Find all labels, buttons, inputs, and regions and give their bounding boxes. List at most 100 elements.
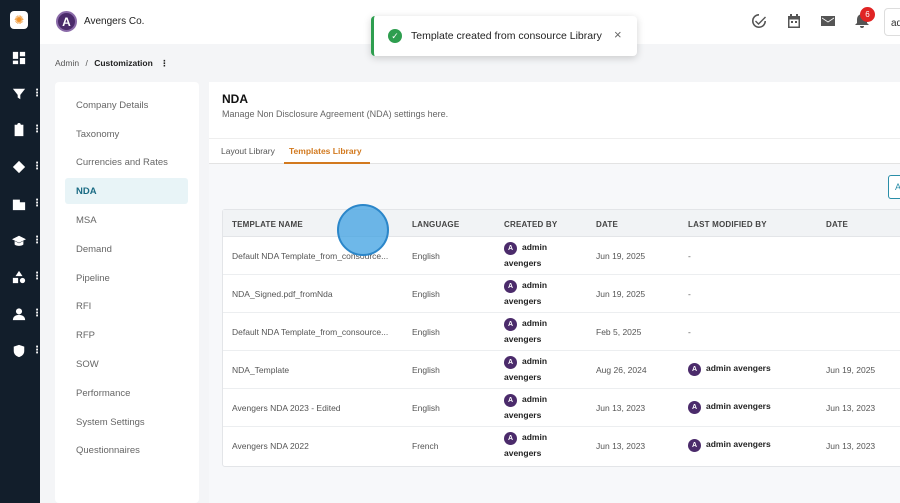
creator-avatar: A [504,432,517,445]
col-modified-date[interactable]: DATE [826,220,848,229]
mail-icon[interactable] [820,13,836,29]
creator-last: avengers [504,372,542,382]
modifier-avatar: A [688,401,701,414]
modified-date: Jun 13, 2023 [826,441,876,451]
page-subtitle: Manage Non Disclosure Agreement (NDA) se… [222,109,449,119]
breadcrumb: Admin / Customization ⋮ [55,58,169,69]
creator-first: admin [522,318,548,328]
clipboard-icon[interactable]: ⋮ [12,123,42,137]
creator-avatar: A [504,242,517,255]
template-language: English [412,365,440,375]
success-check-icon: ✓ [388,29,402,43]
shapes-icon[interactable]: ⋮ [12,270,42,284]
creator-first: admin [522,432,548,442]
breadcrumb-admin[interactable]: Admin [55,58,79,68]
table-row[interactable]: Avengers NDA 2023 - Edited English A adm… [223,389,900,427]
breadcrumb-current: Customization [94,58,153,68]
tag-icon[interactable]: ⋮ [12,160,42,174]
created-date: Jun 13, 2023 [596,441,646,451]
template-language: English [412,251,440,261]
menu-item-system-settings[interactable]: System Settings [65,409,188,435]
template-language: English [412,289,440,299]
col-last-modified-by[interactable]: LAST MODIFIED BY [688,220,767,229]
table-header: TEMPLATE NAME LANGUAGE CREATED BY DATE L… [223,210,900,237]
col-language[interactable]: LANGUAGE [412,220,459,229]
table-row[interactable]: NDA_Template English A admin avengers Au… [223,351,900,389]
table-row[interactable]: Default NDA Template_from_consource... E… [223,313,900,351]
col-template-name[interactable]: TEMPLATE NAME [232,220,303,229]
company-name: Avengers Co. [84,16,145,27]
creator-last: avengers [504,334,542,344]
table-row[interactable]: Avengers NDA 2022 French A admin avenger… [223,427,900,465]
left-rail: ✺ ⋮ ⋮ ⋮ ⋮ ⋮ ⋮ ⋮ ⋮ [0,0,42,503]
menu-item-demand[interactable]: Demand [65,236,188,262]
modified-by: - [688,289,691,299]
menu-item-pipeline[interactable]: Pipeline [65,265,188,291]
created-date: Jun 19, 2025 [596,289,646,299]
company-avatar[interactable]: A [56,11,77,32]
col-created-by[interactable]: CREATED BY [504,220,557,229]
tab-templates-library[interactable]: Templates Library [289,146,362,156]
graduation-cap-icon[interactable]: ⋮ [12,234,42,248]
modifier-avatar: A [688,363,701,376]
menu-item-rfp[interactable]: RFP [65,322,188,348]
creator-last: avengers [504,296,542,306]
table-row[interactable]: NDA_Signed.pdf_fromNda English A admin a… [223,275,900,313]
creator-avatar: A [504,280,517,293]
check-circle-icon[interactable] [751,13,767,29]
notification-badge: 6 [860,7,875,22]
template-language: English [412,327,440,337]
toast-message: Template created from consource Library [411,30,602,42]
created-date: Feb 5, 2025 [596,327,642,337]
building-icon[interactable]: ⋮ [12,197,42,211]
more-options-icon[interactable]: ⋮ [160,58,169,68]
modified-by: - [688,327,691,337]
modified-by: admin avengers [706,439,771,449]
creator-avatar: A [504,394,517,407]
modified-by: - [688,251,691,261]
menu-item-rfi[interactable]: RFI [65,293,188,319]
modified-by: admin avengers [706,401,771,411]
calendar-icon[interactable] [786,13,802,29]
settings-menu: Company Details Taxonomy Currencies and … [55,82,199,503]
modifier-avatar: A [688,439,701,452]
table-row[interactable]: Default NDA Template_from_consource... E… [223,237,900,275]
close-icon[interactable]: × [614,27,622,42]
modified-by: admin avengers [706,363,771,373]
template-name[interactable]: Avengers NDA 2022 [232,441,309,451]
created-date: Jun 13, 2023 [596,403,646,413]
menu-item-msa[interactable]: MSA [65,207,188,233]
template-language: French [412,441,439,451]
menu-item-questionnaires[interactable]: Questionnaires [65,437,188,463]
modified-date: Jun 19, 2025 [826,365,876,375]
col-date[interactable]: DATE [596,220,618,229]
shield-cog-icon[interactable]: ⋮ [12,344,42,358]
add-template-button[interactable]: A [888,175,900,199]
cursor-highlight [337,204,389,256]
menu-item-performance[interactable]: Performance [65,380,188,406]
creator-last: avengers [504,258,542,268]
nda-panel: NDA Manage Non Disclosure Agreement (NDA… [209,82,900,503]
menu-item-sow[interactable]: SOW [65,351,188,377]
tab-layout-library[interactable]: Layout Library [221,146,275,156]
menu-item-currencies[interactable]: Currencies and Rates [65,149,188,175]
dashboard-icon[interactable] [12,51,36,65]
user-icon[interactable]: ⋮ [12,307,42,321]
template-name[interactable]: NDA_Template [232,365,289,375]
filter-icon[interactable]: ⋮ [12,87,42,101]
menu-item-taxonomy[interactable]: Taxonomy [65,121,188,147]
success-toast: ✓ Template created from consource Librar… [371,16,637,56]
creator-avatar: A [504,356,517,369]
user-menu[interactable]: ad [884,8,900,36]
app-logo-icon[interactable]: ✺ [10,11,28,29]
template-name[interactable]: Avengers NDA 2023 - Edited [232,403,341,413]
template-name[interactable]: Default NDA Template_from_consource... [232,327,388,337]
created-date: Jun 19, 2025 [596,251,646,261]
creator-avatar: A [504,318,517,331]
templates-table: TEMPLATE NAME LANGUAGE CREATED BY DATE L… [222,209,900,467]
template-language: English [412,403,440,413]
creator-first: admin [522,280,548,290]
template-name[interactable]: NDA_Signed.pdf_fromNda [232,289,333,299]
menu-item-company-details[interactable]: Company Details [65,92,188,118]
menu-item-nda[interactable]: NDA [65,178,188,204]
